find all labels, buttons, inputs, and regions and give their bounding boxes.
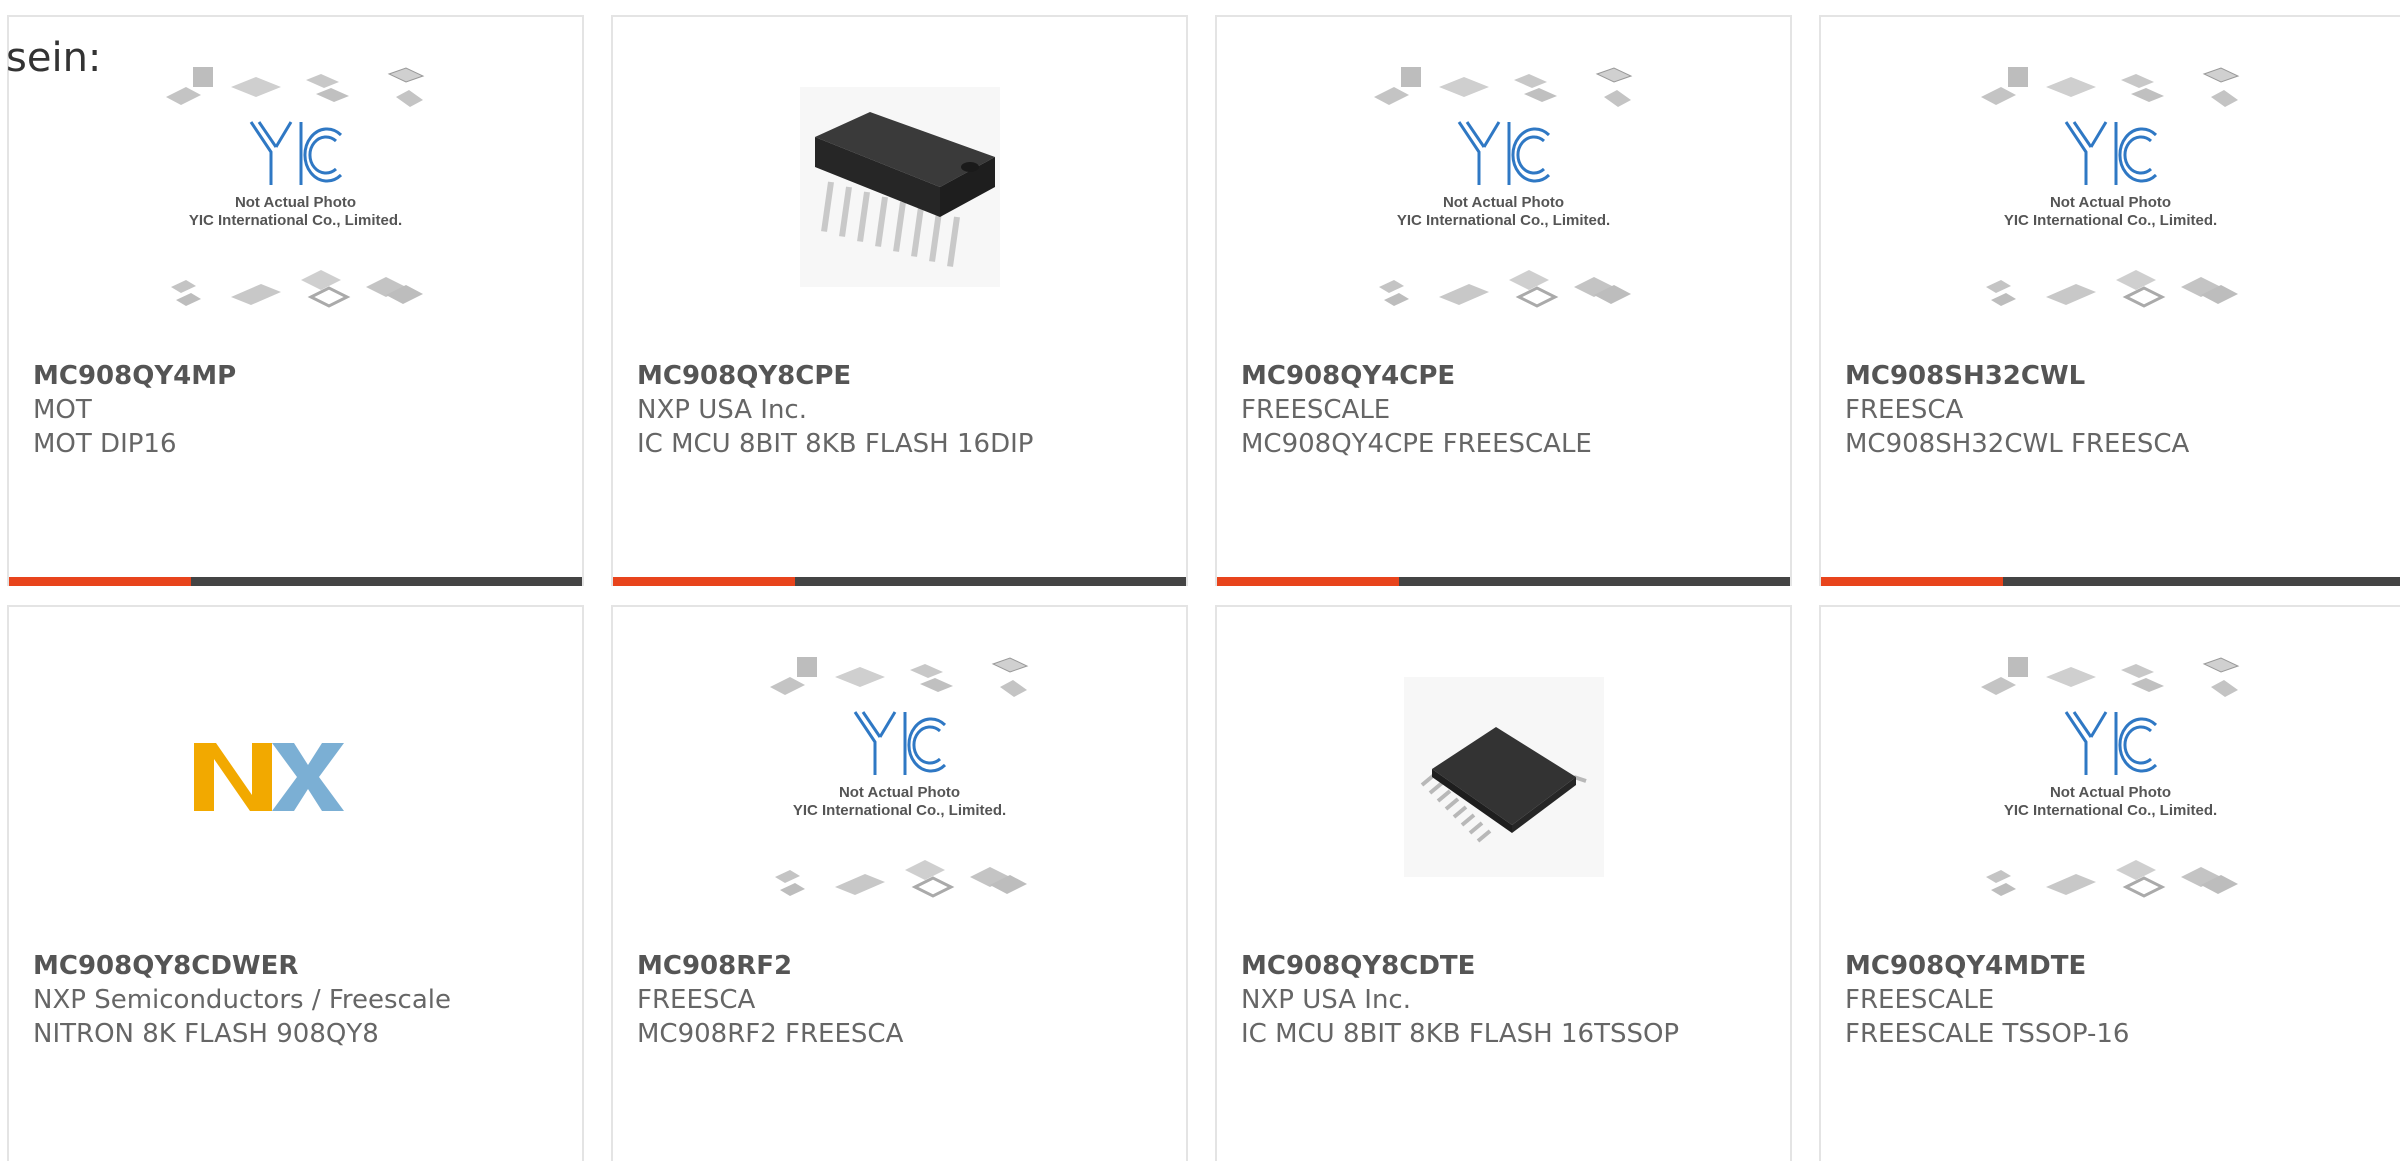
- chip-packages-icon: [1980, 67, 2239, 107]
- placeholder-caption: Not Actual Photo YIC International Co., …: [188, 194, 403, 229]
- not-actual-photo-placeholder: Not Actual Photo YIC International Co., …: [1369, 62, 1639, 312]
- card-bar-accent: [9, 577, 191, 586]
- product-info: MC908QY4MP MOT MOT DIP16: [33, 359, 562, 461]
- product-card[interactable]: Not Actual Photo YIC International Co., …: [1819, 15, 2400, 586]
- chip-packages-icon: [1985, 270, 2238, 308]
- description: NITRON 8K FLASH 908QY8: [33, 1019, 379, 1049]
- manufacturer: MOT: [33, 395, 92, 425]
- placeholder-caption: Not Actual Photo YIC International Co., …: [2003, 784, 2218, 819]
- description: MC908RF2 FREESCA: [637, 1019, 904, 1049]
- manufacturer: FREESCALE: [1845, 985, 1995, 1015]
- description: FREESCALE TSSOP-16: [1845, 1019, 2130, 1049]
- not-actual-photo-placeholder: Not Actual Photo YIC International Co., …: [1976, 62, 2246, 312]
- chip-packages-icon: [1985, 860, 2238, 898]
- part-number[interactable]: MC908QY4MP: [33, 359, 562, 393]
- description: MC908QY4CPE FREESCALE: [1241, 429, 1592, 459]
- dip16-chip-icon: [799, 87, 1000, 287]
- card-bottom-bar: [9, 577, 582, 586]
- chip-packages-icon: [769, 657, 1028, 697]
- product-card[interactable]: Not Actual Photo YIC International Co., …: [611, 605, 1188, 1161]
- product-info: MC908QY8CDTE NXP USA Inc. IC MCU 8BIT 8K…: [1241, 949, 1770, 1051]
- product-card[interactable]: Not Actual Photo YIC International Co., …: [7, 15, 584, 586]
- chip-packages-icon: [1980, 657, 2239, 697]
- product-image[interactable]: Not Actual Photo YIC International Co., …: [1217, 17, 1790, 357]
- product-card[interactable]: MC908QY8CDWER NXP Semiconductors / Frees…: [7, 605, 584, 1161]
- product-info: MC908QY4CPE FREESCALE MC908QY4CPE FREESC…: [1241, 359, 1770, 461]
- product-info: MC908QY4MDTE FREESCALE FREESCALE TSSOP-1…: [1845, 949, 2380, 1051]
- placeholder-caption: Not Actual Photo YIC International Co., …: [792, 784, 1007, 819]
- manufacturer: NXP Semiconductors / Freescale: [33, 985, 452, 1015]
- product-grid-page: sein: Not Actual Photo YIC International…: [0, 0, 2400, 1161]
- manufacturer: FREESCA: [1845, 395, 1964, 425]
- yic-logo-icon: [853, 711, 946, 775]
- product-image[interactable]: [1217, 607, 1790, 947]
- not-actual-photo-placeholder: Not Actual Photo YIC International Co., …: [1976, 652, 2246, 902]
- description: MC908SH32CWL FREESCA: [1845, 429, 2190, 459]
- yic-logo-icon: [2064, 121, 2157, 185]
- product-image[interactable]: [613, 17, 1186, 357]
- placeholder-caption: Not Actual Photo YIC International Co., …: [1396, 194, 1611, 229]
- product-image[interactable]: Not Actual Photo YIC International Co., …: [1821, 17, 2400, 357]
- card-bottom-bar: [613, 577, 1186, 586]
- chip-packages-icon: [165, 67, 424, 107]
- part-number[interactable]: MC908RF2: [637, 949, 1166, 983]
- product-card[interactable]: Not Actual Photo YIC International Co., …: [1819, 605, 2400, 1161]
- chip-packages-icon: [1373, 67, 1632, 107]
- product-card[interactable]: MC908QY8CDTE NXP USA Inc. IC MCU 8BIT 8K…: [1215, 605, 1792, 1161]
- yic-logo-icon: [2064, 711, 2157, 775]
- part-number[interactable]: MC908QY8CPE: [637, 359, 1166, 393]
- card-bar-accent: [1217, 577, 1399, 586]
- manufacturer: FREESCA: [637, 985, 756, 1015]
- manufacturer: FREESCALE: [1241, 395, 1391, 425]
- card-bottom-bar: [1217, 577, 1790, 586]
- placeholder-caption: Not Actual Photo YIC International Co., …: [2003, 194, 2218, 229]
- part-number[interactable]: MC908QY8CDTE: [1241, 949, 1770, 983]
- manufacturer: NXP USA Inc.: [1241, 985, 1411, 1015]
- product-info: MC908SH32CWL FREESCA MC908SH32CWL FREESC…: [1845, 359, 2380, 461]
- nxp-logo-icon: [193, 743, 380, 811]
- chip-packages-icon: [774, 860, 1027, 898]
- description: MOT DIP16: [33, 429, 177, 459]
- description: IC MCU 8BIT 8KB FLASH 16DIP: [637, 429, 1034, 459]
- chip-packages-icon: [1378, 270, 1631, 308]
- product-image[interactable]: [9, 607, 582, 947]
- chip-packages-icon: [170, 270, 423, 308]
- product-card[interactable]: Not Actual Photo YIC International Co., …: [1215, 15, 1792, 586]
- tssop16-chip-icon: [1403, 677, 1604, 877]
- not-actual-photo-placeholder: Not Actual Photo YIC International Co., …: [765, 652, 1035, 902]
- card-bottom-bar: [1821, 577, 2400, 586]
- product-card[interactable]: MC908QY8CPE NXP USA Inc. IC MCU 8BIT 8KB…: [611, 15, 1188, 586]
- card-bar-accent: [1821, 577, 2003, 586]
- part-number[interactable]: MC908SH32CWL: [1845, 359, 2380, 393]
- product-info: MC908QY8CPE NXP USA Inc. IC MCU 8BIT 8KB…: [637, 359, 1166, 461]
- product-info: MC908RF2 FREESCA MC908RF2 FREESCA: [637, 949, 1166, 1051]
- yic-logo-icon: [249, 121, 342, 185]
- product-info: MC908QY8CDWER NXP Semiconductors / Frees…: [33, 949, 562, 1051]
- yic-logo-icon: [1457, 121, 1550, 185]
- intro-text: sein:: [6, 35, 102, 81]
- description: IC MCU 8BIT 8KB FLASH 16TSSOP: [1241, 1019, 1680, 1049]
- product-image[interactable]: Not Actual Photo YIC International Co., …: [613, 607, 1186, 947]
- not-actual-photo-placeholder: Not Actual Photo YIC International Co., …: [161, 62, 431, 312]
- product-image[interactable]: Not Actual Photo YIC International Co., …: [1821, 607, 2400, 947]
- part-number[interactable]: MC908QY8CDWER: [33, 949, 562, 983]
- manufacturer: NXP USA Inc.: [637, 395, 807, 425]
- part-number[interactable]: MC908QY4CPE: [1241, 359, 1770, 393]
- card-bar-accent: [613, 577, 795, 586]
- part-number[interactable]: MC908QY4MDTE: [1845, 949, 2380, 983]
